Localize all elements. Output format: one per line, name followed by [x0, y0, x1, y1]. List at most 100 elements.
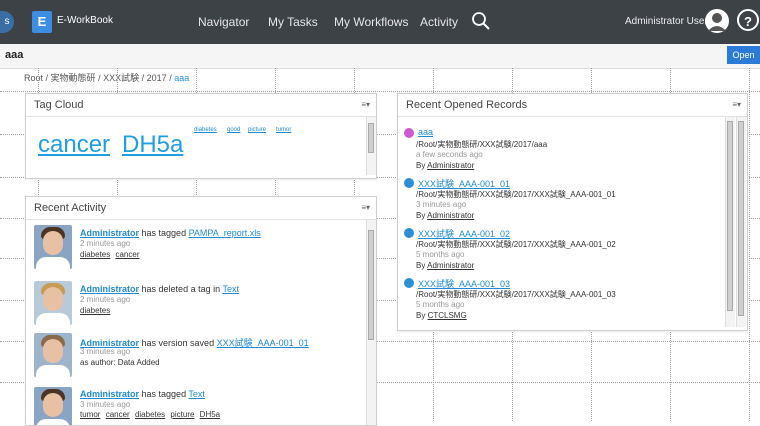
record-owner: By Administrator: [416, 211, 475, 220]
tag-picture[interactable]: picture: [248, 127, 266, 133]
activity-user-link[interactable]: Administrator: [80, 284, 139, 294]
record-owner: By Administrator: [416, 161, 475, 170]
activity-time: 3 minutes ago: [80, 400, 131, 409]
panel-menu-icon[interactable]: ≡▾: [361, 100, 370, 109]
activity-tag[interactable]: cancer: [106, 410, 130, 419]
nav-activity[interactable]: Activity: [420, 15, 458, 29]
activity-user-link[interactable]: Administrator: [80, 389, 139, 399]
activity-tag[interactable]: cancer: [115, 250, 139, 259]
search-icon[interactable]: [471, 11, 491, 31]
record-owner: By Administrator: [416, 261, 475, 270]
record-type-icon: [404, 128, 414, 138]
record-title: aaa: [5, 49, 24, 61]
grid-guide: [0, 91, 760, 92]
recent-records-panel: Recent Opened Records ≡▾ aaa /Root/実物動態研…: [397, 93, 748, 331]
scrollbar[interactable]: [366, 220, 376, 425]
tag-cancer[interactable]: cancer: [38, 131, 110, 159]
recent-activity-panel: Recent Activity ≡▾ Administrator has tag…: [25, 196, 377, 426]
tag-dh5a[interactable]: DH5a: [122, 131, 183, 159]
record-type-icon: [404, 178, 414, 188]
record-time: 3 minutes ago: [416, 200, 467, 209]
user-name[interactable]: Administrator User: [625, 16, 708, 27]
activity-verb: has version saved: [141, 338, 215, 348]
record-owner-link[interactable]: Administrator: [427, 161, 474, 170]
activity-target-link[interactable]: PAMPA_report.xls: [189, 228, 261, 238]
user-photo: [34, 387, 72, 425]
scrollbar-thumb[interactable]: [727, 121, 733, 311]
activity-tag[interactable]: diabetes: [135, 410, 165, 419]
user-photo: [34, 281, 72, 325]
panel-header: Recent Opened Records ≡▾: [398, 94, 747, 117]
activity-user-link[interactable]: Administrator: [80, 228, 139, 238]
breadcrumb-item[interactable]: XXX試験: [103, 73, 139, 83]
activity-time: 2 minutes ago: [80, 295, 131, 304]
tag-diabetes[interactable]: diabetes: [194, 127, 217, 133]
record-path: /Root/実物動態研/XXX試験/2017/aaa: [416, 140, 548, 149]
activity-target-link[interactable]: Text: [188, 389, 205, 399]
panel-title: Recent Opened Records: [406, 99, 528, 111]
record-type-icon: [404, 228, 414, 238]
breadcrumb-item[interactable]: 2017: [147, 73, 167, 83]
scrollbar[interactable]: [725, 117, 735, 327]
activity-time: 2 minutes ago: [80, 239, 131, 248]
record-owner-link[interactable]: Administrator: [427, 261, 474, 270]
scrollbar-thumb[interactable]: [368, 123, 374, 153]
panel-menu-icon[interactable]: ≡▾: [361, 203, 370, 212]
activity-tag[interactable]: DH5a: [200, 410, 220, 419]
tag-cloud-panel: Tag Cloud ≡▾ cancer DH5a diabetes good p…: [25, 93, 377, 179]
activity-verb: has tagged: [141, 389, 187, 399]
record-time: 5 months ago: [416, 300, 465, 309]
nav-navigator[interactable]: Navigator: [198, 15, 249, 29]
activity-tags: diabetes: [80, 306, 113, 315]
panel-menu-icon[interactable]: ≡▾: [732, 100, 741, 109]
grid-guide: [749, 68, 750, 421]
outer-scrollbar[interactable]: [736, 117, 746, 327]
panel-title: Recent Activity: [34, 202, 107, 214]
open-button[interactable]: Open: [727, 46, 760, 64]
app-logo[interactable]: E: [32, 11, 52, 33]
activity-tag[interactable]: picture: [170, 410, 194, 419]
side-toggle-icon[interactable]: s: [0, 11, 14, 33]
breadcrumb: Root / 実物動態研 / XXX試験 / 2017 / aaa: [24, 73, 190, 83]
record-path: /Root/実物動態研/XXX試験/2017/XXX試験_AAA-001_01: [416, 190, 616, 199]
panel-header: Recent Activity ≡▾: [26, 197, 376, 220]
app-brand[interactable]: E-WorkBook: [57, 15, 113, 26]
record-owner-link[interactable]: Administrator: [427, 211, 474, 220]
scrollbar[interactable]: [366, 117, 376, 175]
activity-tags: diabetes cancer: [80, 250, 143, 259]
activity-target-link[interactable]: XXX試験_AAA-001_01: [217, 338, 309, 348]
record-path: /Root/実物動態研/XXX試験/2017/XXX試験_AAA-001_03: [416, 290, 616, 299]
nav-my-workflows[interactable]: My Workflows: [334, 15, 408, 29]
record-time: 5 months ago: [416, 250, 465, 259]
nav-my-tasks[interactable]: My Tasks: [268, 15, 318, 29]
help-icon[interactable]: ?: [737, 9, 759, 31]
panel-title: Tag Cloud: [34, 99, 84, 111]
activity-tag[interactable]: diabetes: [80, 250, 110, 259]
record-path: /Root/実物動態研/XXX試験/2017/XXX試験_AAA-001_02: [416, 240, 616, 249]
user-avatar-icon[interactable]: [705, 9, 729, 33]
breadcrumb-root[interactable]: Root: [24, 73, 43, 83]
activity-tags: tumor cancer diabetes picture DH5a: [80, 410, 223, 419]
user-photo: [34, 333, 72, 377]
activity-extra: as author: Data Added: [80, 358, 160, 367]
record-title-bar: aaa Open: [0, 44, 760, 69]
scrollbar-thumb[interactable]: [738, 121, 744, 316]
activity-tag[interactable]: tumor: [80, 410, 100, 419]
activity-tag[interactable]: diabetes: [80, 306, 110, 315]
activity-verb: has tagged: [141, 228, 187, 238]
activity-time: 3 minutes ago: [80, 347, 131, 356]
activity-verb: has deleted a tag in: [141, 284, 221, 294]
breadcrumb-item[interactable]: 実物動態研: [51, 73, 96, 83]
record-time: a few seconds ago: [416, 150, 483, 159]
scrollbar-thumb[interactable]: [368, 230, 374, 340]
panel-header: Tag Cloud ≡▾: [26, 94, 376, 117]
breadcrumb-current: aaa: [174, 73, 190, 83]
record-link[interactable]: aaa: [418, 127, 433, 137]
record-owner-link[interactable]: CTCLSMG: [428, 311, 467, 320]
tag-tumor[interactable]: tumor: [276, 127, 291, 133]
tag-good[interactable]: good: [227, 127, 240, 133]
record-owner: By CTCLSMG: [416, 311, 467, 320]
activity-target-link[interactable]: Text: [222, 284, 239, 294]
record-type-icon: [404, 278, 414, 288]
top-navigation-bar: s E E-WorkBook Navigator My Tasks My Wor…: [0, 0, 760, 44]
